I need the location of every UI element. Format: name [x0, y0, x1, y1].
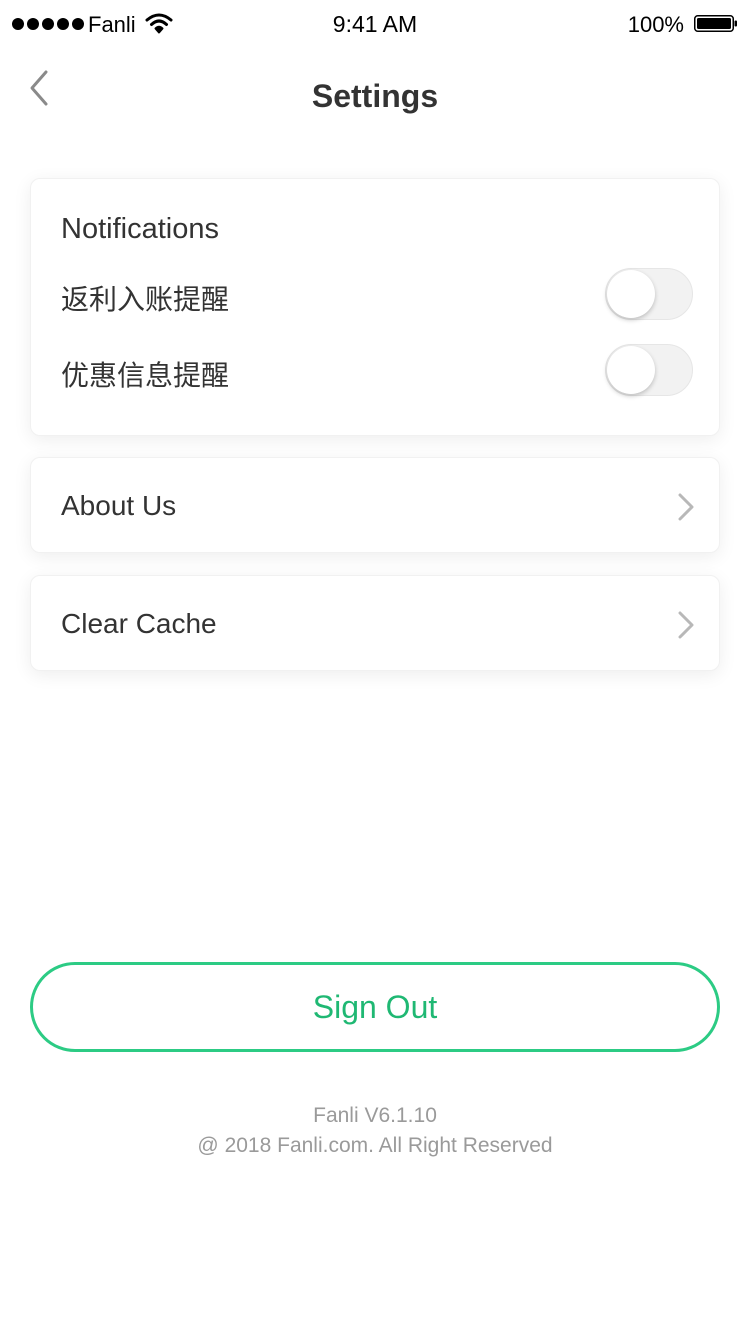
- navigation-bar: Settings: [0, 50, 750, 142]
- notifications-title: Notifications: [61, 213, 219, 245]
- promo-reminder-row: 优惠信息提醒: [61, 344, 693, 398]
- sign-out-button[interactable]: Sign Out: [30, 962, 720, 1052]
- rebate-reminder-toggle[interactable]: [605, 268, 693, 320]
- clear-cache-label: Clear Cache: [61, 608, 217, 639]
- chevron-right-icon: [678, 493, 694, 521]
- page-title: Settings: [311, 78, 439, 114]
- battery-full-icon: [694, 15, 737, 32]
- rebate-reminder-label: 返利入账提醒: [61, 283, 230, 316]
- app-version: Fanli V6.1.10: [313, 1104, 437, 1127]
- clear-cache-row[interactable]: Clear Cache: [30, 575, 720, 671]
- rebate-reminder-row: 返利入账提醒: [61, 268, 693, 322]
- toggle-knob: [607, 270, 655, 318]
- battery-percentage: 100%: [627, 12, 684, 37]
- status-bar: Fanli 9:41 AM 100%: [0, 0, 750, 50]
- about-us-label: About Us: [61, 490, 177, 521]
- about-us-row[interactable]: About Us: [30, 457, 720, 553]
- notifications-card: Notifications 返利入账提醒 优惠信息提醒: [30, 178, 720, 436]
- chevron-right-icon: [678, 611, 694, 639]
- copyright-notice: @ 2018 Fanli.com. All Right Reserved: [197, 1134, 553, 1157]
- promo-reminder-toggle[interactable]: [605, 344, 693, 396]
- toggle-knob: [607, 346, 655, 394]
- promo-reminder-label: 优惠信息提醒: [61, 359, 230, 392]
